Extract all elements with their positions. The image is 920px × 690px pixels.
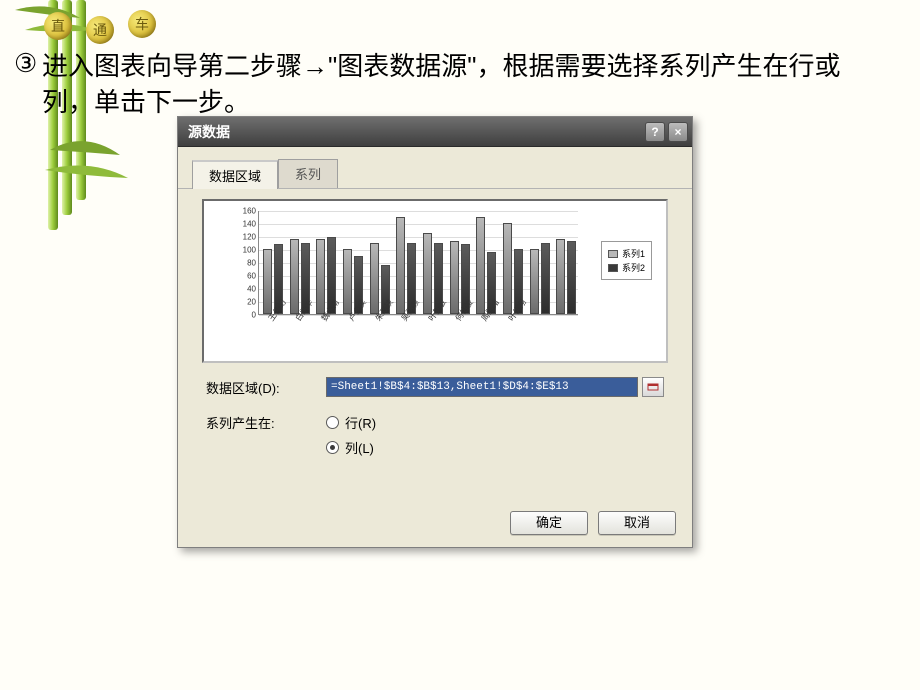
range-input[interactable] [326,377,638,397]
range-row: 数据区域(D): [206,377,664,397]
bar-group [530,243,554,315]
dialog-footer: 确定 取消 [510,511,676,535]
bar-group [556,239,580,314]
coin-2: 通 [86,16,114,44]
bar [450,241,459,314]
bar [263,249,272,314]
radio-col[interactable]: 列(L) [326,438,376,457]
bar [530,249,539,314]
ytick: 140 [232,220,256,229]
tab-content: 020406080100120140160 王俊幻白凯辛魏水南卢乡侯朱政硖吴丽颖… [178,189,692,487]
bar [476,217,485,315]
coin-3: 车 [128,10,156,38]
chart-legend: 系列1 系列2 [601,241,652,280]
radio-icon [326,441,339,454]
tab-strip: 数据区域 系列 [178,147,692,189]
bar [290,239,299,314]
dialog-title: 源数据 [188,122,642,142]
bamboo-leaves-icon [40,130,130,190]
ytick: 40 [232,285,256,294]
bar [370,243,379,315]
ytick: 160 [232,207,256,216]
tab-data-range[interactable]: 数据区域 [192,160,278,189]
range-label: 数据区域(D): [206,378,326,397]
help-button[interactable]: ? [645,122,665,142]
step-number: ③ [14,48,37,79]
radio-col-label: 列(L) [345,438,374,457]
ytick: 60 [232,272,256,281]
bar [503,223,512,314]
bar [316,239,325,314]
ok-button[interactable]: 确定 [510,511,588,535]
ytick: 0 [232,311,256,320]
radio-row-label: 行(R) [345,413,376,432]
bamboo-decor: 直 通 车 [0,0,180,240]
bar [396,217,405,315]
tab-series[interactable]: 系列 [278,159,338,188]
bar [423,233,432,314]
series-in-row: 系列产生在: 行(R) 列(L) [206,413,664,457]
source-data-dialog: 源数据 ? × 数据区域 系列 020406080100120140160 王俊… [177,116,693,548]
collapse-dialog-icon [647,381,659,393]
ytick: 120 [232,233,256,242]
ytick: 20 [232,298,256,307]
cancel-button[interactable]: 取消 [598,511,676,535]
radio-icon [326,416,339,429]
legend-label-s1: 系列1 [622,247,645,260]
ytick: 80 [232,259,256,268]
series-in-label: 系列产生在: [206,413,326,432]
step-instruction: 进入图表向导第二步骤→"图表数据源"，根据需要选择系列产生在行或列，单击下一步。 [42,48,890,120]
ytick: 100 [232,246,256,255]
titlebar[interactable]: 源数据 ? × [178,117,692,147]
bar [567,241,576,314]
legend-swatch-s2 [608,264,618,272]
close-button[interactable]: × [668,122,688,142]
coin-1: 直 [44,12,72,40]
legend-label-s2: 系列2 [622,261,645,274]
bar [343,249,352,314]
range-picker-button[interactable] [642,377,664,397]
bar [556,239,565,314]
legend-swatch-s1 [608,250,618,258]
chart-preview: 020406080100120140160 王俊幻白凯辛魏水南卢乡侯朱政硖吴丽颖… [202,199,668,363]
radio-row[interactable]: 行(R) [326,413,376,432]
bar [541,243,550,315]
